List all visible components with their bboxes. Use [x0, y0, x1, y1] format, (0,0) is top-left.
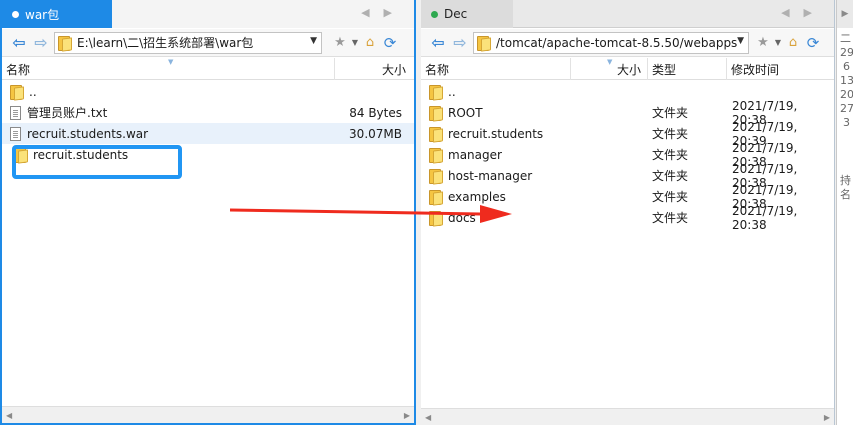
edge-text: 持 — [840, 174, 851, 187]
file-mtime: 2021/7/19, 20:38 — [732, 203, 798, 232]
sort-caret-icon: ▼ — [168, 58, 174, 66]
edge-text: 二 — [840, 32, 851, 45]
file-name: recruit.students — [448, 126, 544, 141]
annotation-highlight-box — [12, 145, 182, 179]
folder-icon — [429, 84, 442, 100]
dropdown-arrow-icon[interactable]: ▼ — [773, 33, 783, 53]
scroll-right-icon[interactable]: ▶ — [824, 413, 830, 422]
file-name: .. — [29, 84, 37, 99]
horizontal-scrollbar[interactable]: ◀ ▶ — [2, 406, 414, 423]
horizontal-scrollbar[interactable]: ◀ ▶ — [421, 408, 834, 425]
file-name: 管理员账户.txt — [27, 106, 108, 120]
folder-icon — [429, 168, 442, 184]
remote-toolbar: ⇦ ⇨ /tomcat/apache-tomcat-8.5.50/webapps… — [421, 29, 834, 57]
tab-label: war包 — [25, 7, 60, 22]
file-type: 文件夹 — [652, 127, 689, 141]
edge-text: 27 — [840, 102, 853, 115]
file-type: 文件夹 — [652, 169, 689, 183]
folder-icon — [429, 147, 442, 163]
local-path-text: E:\learn\二\招生系统部署\war包 — [77, 36, 254, 50]
list-item[interactable]: 管理员账户.txt 84 Bytes — [2, 102, 414, 123]
file-type: 文件夹 — [652, 211, 689, 225]
remote-path-input[interactable]: /tomcat/apache-tomcat-8.5.50/webapps ▼ — [473, 31, 749, 54]
back-arrow-icon[interactable]: ⇦ — [8, 32, 30, 54]
home-icon[interactable]: ⌂ — [360, 33, 380, 53]
edge-text: 3 — [843, 116, 850, 129]
folder-icon — [429, 105, 442, 121]
edge-text: 20 — [840, 88, 853, 101]
refresh-icon[interactable]: ⟳ — [380, 33, 400, 53]
column-name-label: 名称 — [6, 62, 31, 77]
column-name-label: 名称 — [425, 62, 450, 77]
folder-icon — [477, 35, 490, 51]
remote-path-text: /tomcat/apache-tomcat-8.5.50/webapps — [496, 35, 738, 50]
star-icon[interactable]: ★ — [753, 33, 773, 53]
list-item[interactable]: recruit.students.war 30.07MB — [2, 123, 414, 144]
file-type: 文件夹 — [652, 190, 689, 204]
list-item[interactable]: .. — [2, 81, 414, 102]
edge-text: 13 — [840, 74, 853, 87]
folder-icon — [58, 35, 71, 51]
annotation-arrow-icon — [230, 205, 512, 223]
tab-status-dot-icon — [12, 10, 19, 18]
local-path-input[interactable]: E:\learn\二\招生系统部署\war包 ▼ — [54, 31, 322, 54]
scroll-left-icon[interactable]: ◀ — [425, 413, 431, 422]
file-type: 文件夹 — [652, 106, 689, 120]
forward-arrow-icon[interactable]: ⇨ — [449, 32, 471, 54]
tab-scroll-arrows[interactable]: ◀▶ — [361, 6, 406, 19]
file-size: 30.07MB — [349, 126, 402, 141]
edge-text: 29 — [840, 46, 853, 59]
file-name: host-manager — [448, 168, 533, 183]
column-type[interactable]: 类型 — [648, 58, 727, 80]
tab-status-dot-icon — [431, 10, 438, 18]
file-name: recruit.students.war — [27, 126, 149, 141]
refresh-icon[interactable]: ⟳ — [803, 33, 823, 53]
tab-label: Dec — [444, 7, 468, 21]
column-size-label: 大小 — [381, 62, 406, 77]
column-mtime-label: 修改时间 — [731, 62, 780, 77]
file-name: manager — [448, 147, 502, 162]
file-icon — [10, 126, 21, 141]
home-icon[interactable]: ⌂ — [783, 33, 803, 53]
file-name: .. — [448, 84, 456, 99]
scroll-right-icon[interactable]: ▶ — [837, 0, 853, 28]
back-arrow-icon[interactable]: ⇦ — [427, 32, 449, 54]
ftp-client-window: war包 ◀▶ ⇦ ⇨ E:\learn\二\招生系统部署\war包 ▼ ★ ▼… — [0, 0, 853, 425]
column-type-label: 类型 — [652, 62, 677, 77]
tab-remote[interactable]: Dec — [421, 0, 513, 28]
column-size-label: 大小 — [616, 62, 641, 77]
column-size[interactable]: 大小 — [571, 58, 648, 80]
clipped-side-panel: ▶ 二 29 6 13 20 27 3 持 名 — [836, 0, 853, 425]
column-name[interactable]: 名称 — [421, 58, 571, 80]
scroll-right-icon[interactable]: ▶ — [404, 411, 410, 420]
remote-tabbar: Dec ◀▶ — [421, 0, 834, 28]
local-tabbar: war包 ◀▶ — [2, 0, 414, 28]
folder-icon — [429, 126, 442, 142]
folder-icon — [10, 84, 23, 100]
edge-text: 6 — [843, 60, 850, 73]
forward-arrow-icon[interactable]: ⇨ — [30, 32, 52, 54]
scroll-left-icon[interactable]: ◀ — [6, 411, 12, 420]
star-icon[interactable]: ★ — [330, 33, 350, 53]
tab-scroll-arrows[interactable]: ◀▶ — [781, 6, 826, 19]
dropdown-arrow-icon[interactable]: ▼ — [350, 33, 360, 53]
text-file-icon — [10, 105, 21, 120]
file-size: 84 Bytes — [349, 105, 402, 120]
tab-local[interactable]: war包 — [2, 0, 112, 28]
column-size[interactable]: 大小 — [335, 58, 414, 80]
local-column-header: 名称 ▼ 大小 — [2, 58, 414, 80]
file-name: ROOT — [448, 105, 483, 120]
edge-text: 名 — [840, 188, 851, 201]
column-mtime[interactable]: 修改时间 — [727, 58, 835, 80]
chevron-down-icon[interactable]: ▼ — [737, 35, 744, 46]
chevron-down-icon[interactable]: ▼ — [310, 36, 317, 46]
local-toolbar: ⇦ ⇨ E:\learn\二\招生系统部署\war包 ▼ ★ ▼ ⌂ ⟳ — [2, 29, 414, 57]
file-type: 文件夹 — [652, 148, 689, 162]
remote-column-header: 名称 ▼ 大小 类型 修改时间 — [421, 58, 834, 80]
